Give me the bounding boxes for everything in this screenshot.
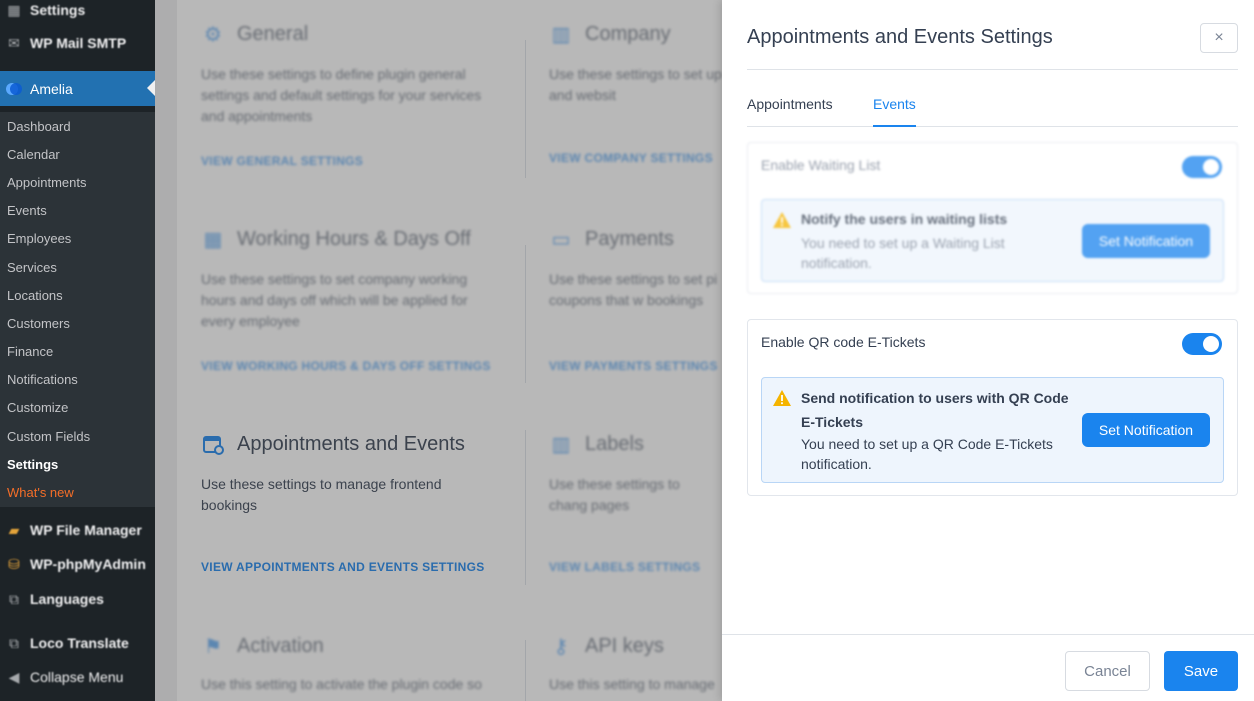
submenu-calendar[interactable]: Calendar bbox=[0, 140, 155, 168]
submenu-dashboard[interactable]: Dashboard bbox=[0, 112, 155, 140]
toggle-knob bbox=[1203, 336, 1219, 352]
submenu-whats-new[interactable]: What's new bbox=[0, 478, 155, 506]
waiting-list-alert: Notify the users in waiting lists You ne… bbox=[761, 199, 1224, 282]
submenu-services[interactable]: Services bbox=[0, 253, 155, 281]
submenu-notifications[interactable]: Notifications bbox=[0, 366, 155, 394]
collapse-icon: ◀ bbox=[8, 668, 20, 685]
close-button[interactable]: × bbox=[1200, 23, 1238, 53]
tab-events[interactable]: Events bbox=[873, 96, 916, 127]
translate-icon: ⧉ bbox=[9, 634, 19, 651]
qr-tickets-toggle[interactable] bbox=[1182, 333, 1222, 355]
wp-menu-file-manager[interactable]: ▰ WP File Manager bbox=[0, 516, 155, 544]
database-icon: ⛁ bbox=[8, 555, 20, 572]
dialog-title: Appointments and Events Settings bbox=[747, 26, 1053, 48]
amelia-logo-icon bbox=[4, 79, 24, 99]
wp-menu-collapse[interactable]: ◀ Collapse Menu bbox=[0, 663, 155, 691]
current-menu-arrow bbox=[147, 80, 155, 96]
wp-menu-phpmyadmin[interactable]: ⛁ WP-phpMyAdmin bbox=[0, 550, 155, 578]
submenu-employees[interactable]: Employees bbox=[0, 225, 155, 253]
waiting-list-setting: Enable Waiting List Notify the users in … bbox=[747, 142, 1238, 294]
submenu-customers[interactable]: Customers bbox=[0, 309, 155, 337]
waiting-list-set-notification-button[interactable]: Set Notification bbox=[1082, 224, 1210, 258]
submenu-customize[interactable]: Customize bbox=[0, 394, 155, 422]
qr-tickets-set-notification-button[interactable]: Set Notification bbox=[1082, 413, 1210, 447]
wp-menu-settings[interactable]: ▦ Settings bbox=[0, 0, 155, 24]
wp-menu-loco-translate[interactable]: ⧉ Loco Translate bbox=[0, 629, 155, 657]
submenu-custom-fields[interactable]: Custom Fields bbox=[0, 422, 155, 450]
toggle-knob bbox=[1203, 159, 1219, 175]
cancel-button[interactable]: Cancel bbox=[1065, 651, 1150, 691]
wp-menu-amelia[interactable]: Amelia bbox=[0, 71, 155, 106]
close-icon: × bbox=[1214, 29, 1224, 46]
submenu-appointments[interactable]: Appointments bbox=[0, 168, 155, 196]
modal-backdrop[interactable] bbox=[155, 0, 722, 701]
wp-admin-sidebar: ▦ Settings ✉ WP Mail SMTP Amelia Dashboa… bbox=[0, 0, 155, 701]
translate-icon: ⧉ bbox=[9, 590, 19, 607]
submenu-settings[interactable]: Settings bbox=[0, 450, 155, 478]
settings-icon: ▦ bbox=[7, 1, 21, 18]
qr-tickets-alert: Send notification to users with QR Code … bbox=[761, 377, 1224, 483]
submenu-events[interactable]: Events bbox=[0, 197, 155, 225]
submenu-locations[interactable]: Locations bbox=[0, 281, 155, 309]
wp-menu-mail-smtp[interactable]: ✉ WP Mail SMTP bbox=[0, 29, 155, 57]
appointments-events-settings-dialog: Appointments and Events Settings × Appoi… bbox=[722, 0, 1254, 701]
footer-divider bbox=[722, 634, 1254, 635]
warning-icon bbox=[773, 212, 791, 228]
folder-icon: ▰ bbox=[8, 521, 20, 538]
title-divider bbox=[747, 69, 1238, 70]
save-button[interactable]: Save bbox=[1164, 651, 1238, 691]
tab-appointments[interactable]: Appointments bbox=[747, 96, 833, 127]
mail-icon: ✉ bbox=[8, 34, 20, 51]
settings-tabs: Appointments Events bbox=[747, 96, 1238, 127]
qr-tickets-setting: Enable QR code E-Tickets Send notificati… bbox=[747, 319, 1238, 496]
waiting-list-toggle[interactable] bbox=[1182, 156, 1222, 178]
submenu-finance[interactable]: Finance bbox=[0, 338, 155, 366]
amelia-submenu: Dashboard Calendar Appointments Events E… bbox=[0, 112, 155, 507]
wp-menu-languages[interactable]: ⧉ Languages bbox=[0, 585, 155, 613]
warning-icon bbox=[773, 390, 791, 406]
